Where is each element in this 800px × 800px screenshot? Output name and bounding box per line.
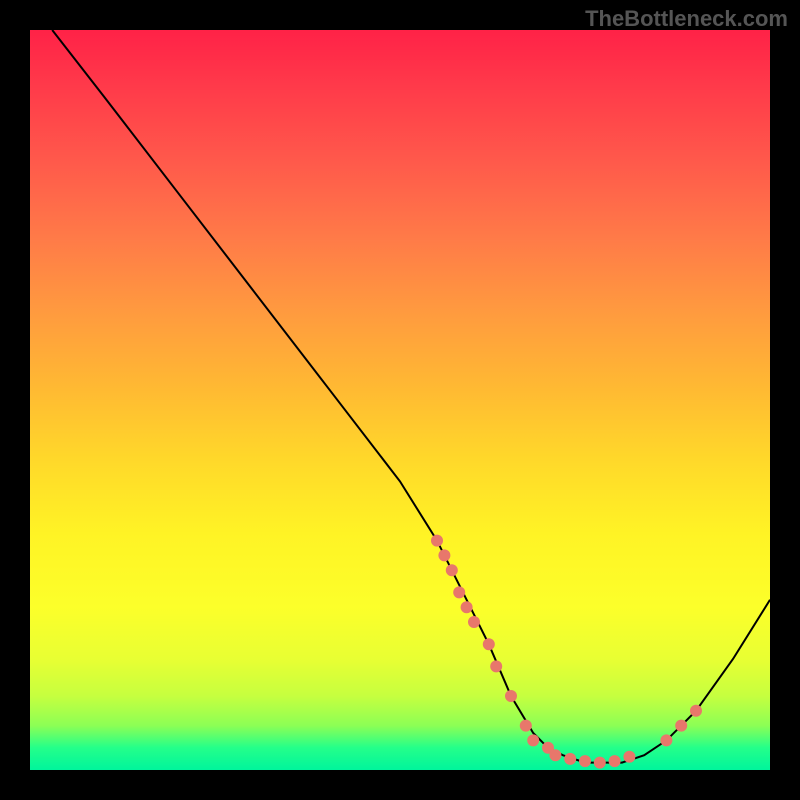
data-marker — [609, 755, 621, 767]
watermark-text: TheBottleneck.com — [585, 6, 788, 32]
data-marker — [446, 564, 458, 576]
data-marker — [564, 753, 576, 765]
bottleneck-curve — [52, 30, 770, 763]
data-marker — [660, 734, 672, 746]
data-marker — [461, 601, 473, 613]
data-marker — [675, 720, 687, 732]
data-marker — [483, 638, 495, 650]
curve-svg — [30, 30, 770, 770]
data-marker — [542, 742, 554, 754]
data-marker — [690, 705, 702, 717]
data-marker — [453, 586, 465, 598]
data-marker — [520, 720, 532, 732]
data-marker — [468, 616, 480, 628]
chart-container: TheBottleneck.com — [0, 0, 800, 800]
data-marker — [527, 734, 539, 746]
data-marker — [579, 755, 591, 767]
data-marker — [490, 660, 502, 672]
data-marker — [505, 690, 517, 702]
data-marker — [549, 749, 561, 761]
data-marker — [438, 549, 450, 561]
data-markers — [431, 535, 702, 769]
data-marker — [623, 751, 635, 763]
plot-area — [30, 30, 770, 770]
data-marker — [594, 757, 606, 769]
data-marker — [431, 535, 443, 547]
